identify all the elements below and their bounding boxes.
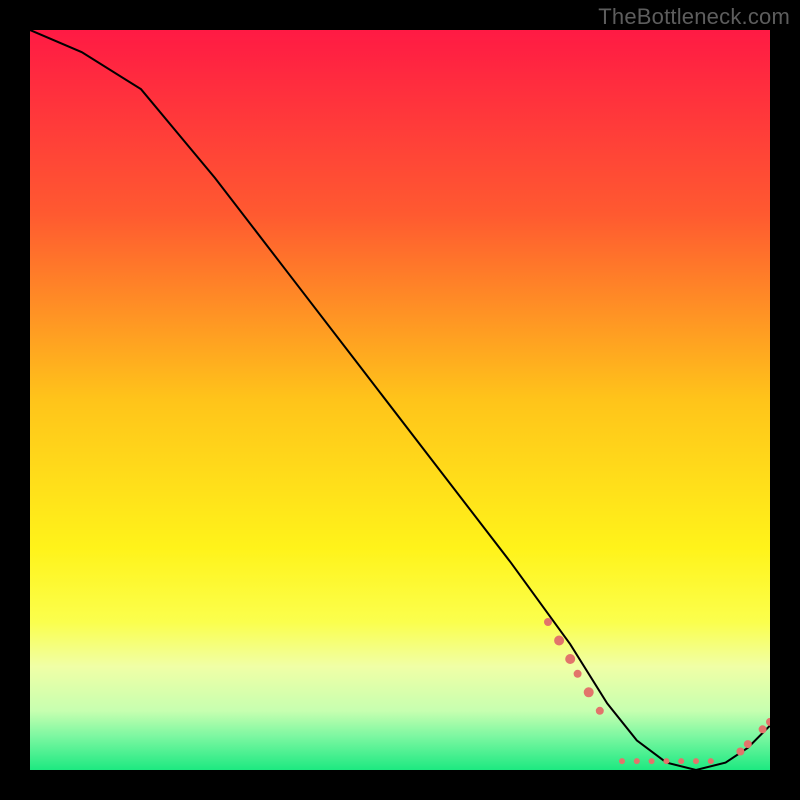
data-marker <box>619 758 625 764</box>
data-marker <box>663 758 669 764</box>
data-marker <box>759 725 767 733</box>
data-marker <box>596 707 604 715</box>
data-marker <box>574 670 582 678</box>
chart-frame: TheBottleneck.com <box>0 0 800 800</box>
watermark-text: TheBottleneck.com <box>598 4 790 30</box>
plot-area <box>30 30 770 770</box>
data-markers <box>544 618 770 764</box>
data-marker <box>678 758 684 764</box>
bottleneck-curve <box>30 30 770 770</box>
data-marker <box>554 636 564 646</box>
data-marker <box>744 740 752 748</box>
data-marker <box>693 758 699 764</box>
data-marker <box>736 748 744 756</box>
data-marker <box>766 718 770 726</box>
data-marker <box>565 654 575 664</box>
data-marker <box>584 687 594 697</box>
data-marker <box>544 618 552 626</box>
data-marker <box>649 758 655 764</box>
data-marker <box>634 758 640 764</box>
data-marker <box>708 758 714 764</box>
chart-svg <box>30 30 770 770</box>
